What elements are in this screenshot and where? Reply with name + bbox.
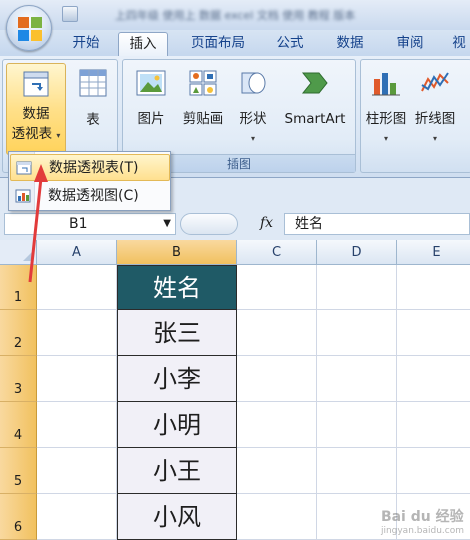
annotation-arrow: [28, 164, 48, 283]
